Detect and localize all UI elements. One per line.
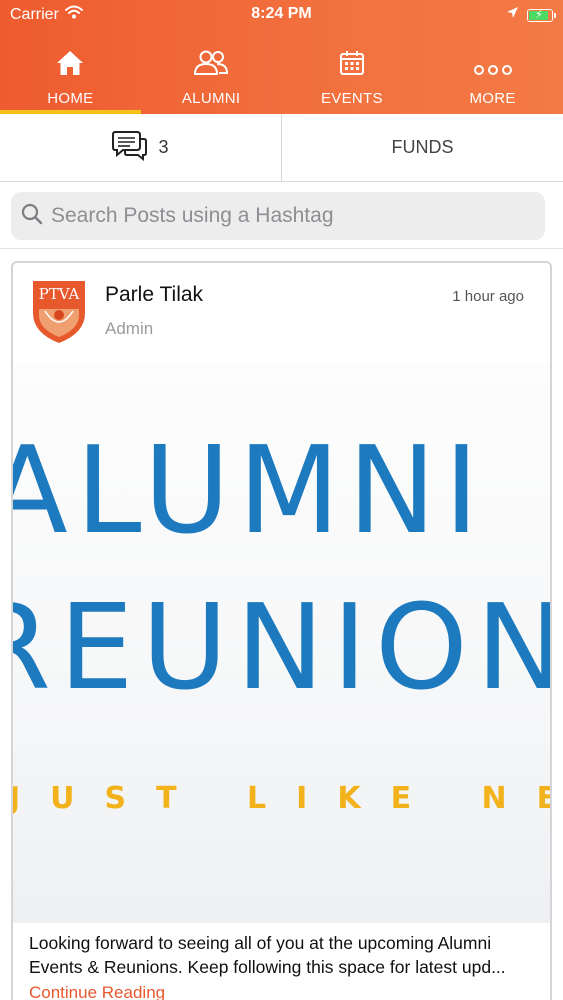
more-dots-icon xyxy=(473,46,513,76)
location-arrow-icon xyxy=(506,6,519,24)
svg-text:PTVA: PTVA xyxy=(39,285,80,303)
charging-bolt-icon: ⚡ xyxy=(535,8,543,21)
users-icon xyxy=(192,46,230,76)
search-section xyxy=(0,182,563,249)
subtab-funds[interactable]: FUNDS xyxy=(281,114,563,181)
post-author[interactable]: Parle Tilak xyxy=(105,283,203,307)
nav-tab-more[interactable]: MORE xyxy=(422,46,563,114)
ptva-logo: PTVA xyxy=(33,281,85,343)
status-right: ⚡ xyxy=(506,6,556,24)
nav-tab-alumni[interactable]: ALUMNI xyxy=(141,46,282,114)
nav-label-more: MORE xyxy=(469,90,516,107)
post-author-role: Admin xyxy=(105,319,154,338)
home-icon xyxy=(56,46,84,76)
status-time: 8:24 PM xyxy=(251,5,312,22)
image-text-line1: ALUMNI xyxy=(13,419,487,561)
nav-label-alumni: ALUMNI xyxy=(181,90,241,107)
main-nav: HOME ALUMNI EVENTS MORE xyxy=(0,46,563,114)
nav-tab-home[interactable]: HOME xyxy=(0,46,141,114)
post-body-line1: Looking forward to seeing all of you at … xyxy=(29,933,492,953)
search-icon xyxy=(21,203,43,230)
post-body: Looking forward to seeing all of you at … xyxy=(29,931,541,979)
search-input[interactable] xyxy=(51,204,531,228)
nav-label-events: EVENTS xyxy=(320,90,383,107)
post-feed: PTVA Parle Tilak Admin 1 hour ago ALUMNI… xyxy=(0,250,563,1000)
post-body-line2: Events & Reunions. Keep following this s… xyxy=(29,957,506,977)
image-text-line2: REUNION xyxy=(13,578,550,716)
post-card[interactable]: PTVA Parle Tilak Admin 1 hour ago ALUMNI… xyxy=(11,261,552,1000)
status-bar: Carrier 8:24 PM ⚡ xyxy=(0,0,563,30)
post-header: PTVA Parle Tilak Admin 1 hour ago xyxy=(13,263,550,363)
app-header: Carrier 8:24 PM ⚡ HOME ALUMNI EVENTS MOR… xyxy=(0,0,563,114)
image-text-line3: JUST LIKE NEW TIMES xyxy=(13,781,550,816)
messages-count: 3 xyxy=(158,137,169,157)
nav-label-home: HOME xyxy=(47,90,94,107)
chat-bubbles-icon xyxy=(112,129,148,166)
battery-icon: ⚡ xyxy=(527,8,556,22)
calendar-icon xyxy=(339,46,365,76)
subtab-messages[interactable]: 3 xyxy=(0,114,281,181)
nav-tab-events[interactable]: EVENTS xyxy=(282,46,423,114)
post-time: 1 hour ago xyxy=(452,288,524,305)
avatar[interactable]: PTVA xyxy=(31,279,87,345)
sub-tabs: 3 FUNDS xyxy=(0,114,563,182)
search-bar[interactable] xyxy=(11,192,545,240)
continue-reading-link[interactable]: Continue Reading xyxy=(29,983,165,1000)
post-image[interactable]: ALUMNI REUNION JUST LIKE NEW TIMES xyxy=(13,363,550,923)
